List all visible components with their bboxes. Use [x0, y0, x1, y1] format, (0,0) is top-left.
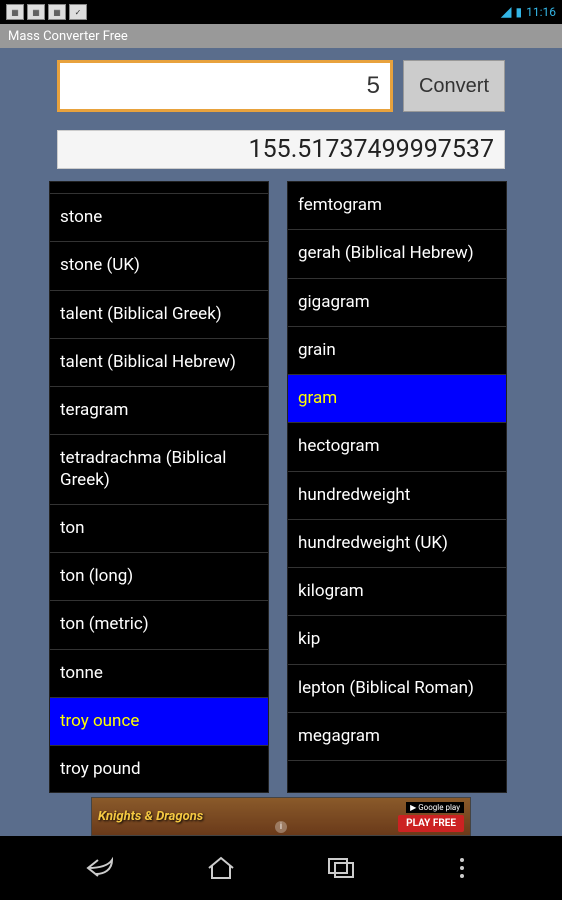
convert-button[interactable]: Convert: [403, 60, 505, 112]
list-item[interactable]: kilogram: [288, 568, 506, 616]
ad-cta-button[interactable]: PLAY FREE: [398, 815, 464, 832]
back-button[interactable]: [80, 848, 120, 888]
result-output: 155.51737499997537: [57, 130, 505, 169]
list-item[interactable]: femtogram: [288, 182, 506, 230]
list-item[interactable]: lepton (Biblical Roman): [288, 665, 506, 713]
home-button[interactable]: [201, 848, 241, 888]
navigation-bar: [0, 836, 562, 900]
list-item[interactable]: gigagram: [288, 279, 506, 327]
main-content: Convert 155.51737499997537 stonestone (U…: [0, 48, 562, 836]
list-item[interactable]: gerah (Biblical Hebrew): [288, 230, 506, 278]
list-item[interactable]: [50, 182, 268, 194]
list-item[interactable]: tonne: [50, 650, 268, 698]
notification-icon: ▦: [6, 4, 24, 20]
list-item[interactable]: talent (Biblical Hebrew): [50, 339, 268, 387]
list-item[interactable]: kip: [288, 616, 506, 664]
list-item[interactable]: hectogram: [288, 423, 506, 471]
notification-icon: ✓: [69, 4, 87, 20]
list-item[interactable]: troy pound: [50, 746, 268, 793]
notification-icon: ▦: [48, 4, 66, 20]
status-bar: ▦ ▦ ▦ ✓ ◢ ▮ 11:16: [0, 0, 562, 24]
list-item[interactable]: troy ounce: [50, 698, 268, 746]
notification-icon: ▦: [27, 4, 45, 20]
menu-button[interactable]: [442, 848, 482, 888]
ad-store-badge: ▶ Google play: [406, 802, 464, 813]
app-title: Mass Converter Free: [8, 29, 128, 44]
wifi-icon: ◢: [501, 4, 512, 20]
value-input[interactable]: [57, 60, 393, 112]
list-item[interactable]: tetradrachma (Biblical Greek): [50, 435, 268, 505]
ad-actions: ▶ Google play PLAY FREE: [398, 802, 464, 832]
list-item[interactable]: hundredweight: [288, 472, 506, 520]
input-row: Convert: [57, 60, 505, 112]
recent-apps-button[interactable]: [321, 848, 361, 888]
status-time: 11:16: [526, 5, 556, 19]
list-item[interactable]: ton: [50, 505, 268, 553]
list-item[interactable]: talent (Biblical Greek): [50, 291, 268, 339]
to-unit-list[interactable]: femtogramgerah (Biblical Hebrew)gigagram…: [287, 181, 507, 793]
from-unit-list[interactable]: stonestone (UK)talent (Biblical Greek)ta…: [49, 181, 269, 793]
ad-banner[interactable]: Knights & Dragons ▶ Google play PLAY FRE…: [91, 797, 471, 836]
unit-lists: stonestone (UK)talent (Biblical Greek)ta…: [49, 181, 513, 793]
app-title-bar: Mass Converter Free: [0, 24, 562, 48]
list-item[interactable]: megagram: [288, 713, 506, 761]
ad-info-icon[interactable]: i: [275, 821, 287, 833]
list-item[interactable]: grain: [288, 327, 506, 375]
battery-icon: ▮: [516, 5, 523, 19]
status-system-icons: ◢ ▮ 11:16: [501, 4, 556, 20]
list-item[interactable]: stone (UK): [50, 242, 268, 290]
status-notification-icons: ▦ ▦ ▦ ✓: [6, 4, 87, 20]
ad-title: Knights & Dragons: [98, 809, 203, 824]
result-value: 155.51737499997537: [249, 135, 494, 164]
list-item[interactable]: ton (metric): [50, 601, 268, 649]
list-item[interactable]: gram: [288, 375, 506, 423]
list-item[interactable]: ton (long): [50, 553, 268, 601]
list-item[interactable]: teragram: [50, 387, 268, 435]
list-item[interactable]: stone: [50, 194, 268, 242]
list-item[interactable]: hundredweight (UK): [288, 520, 506, 568]
